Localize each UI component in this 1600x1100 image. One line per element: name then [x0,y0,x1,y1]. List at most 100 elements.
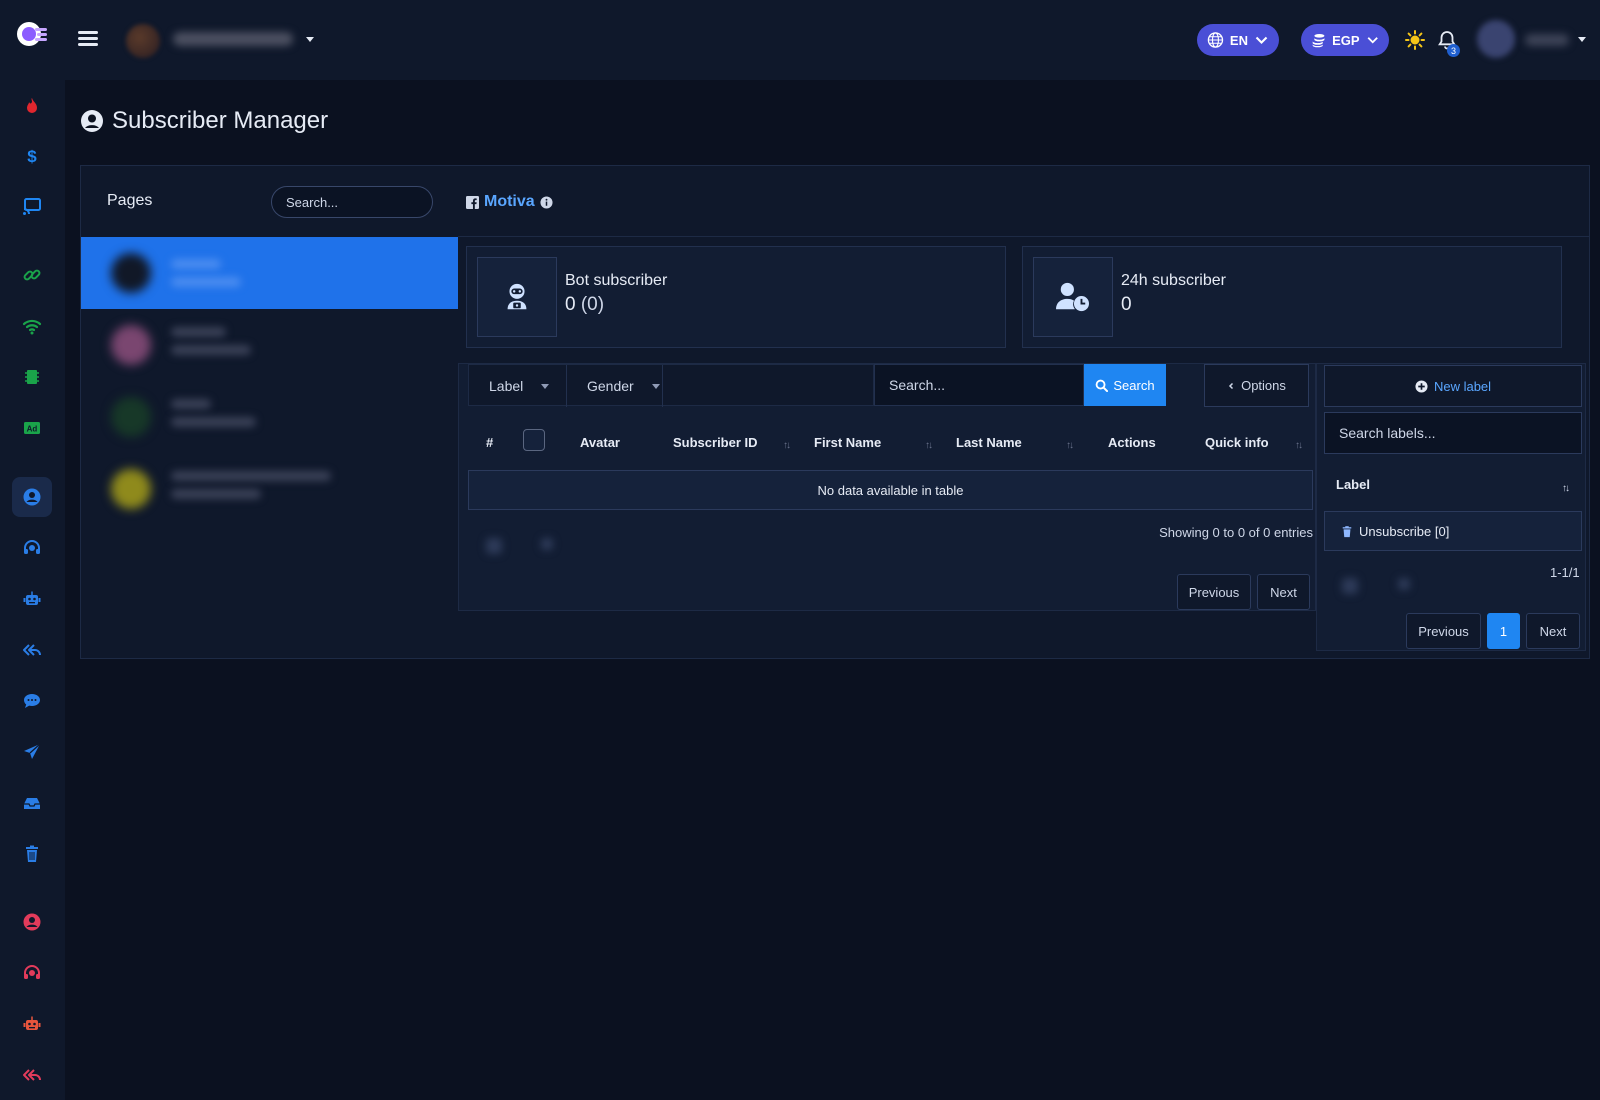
headset-icon[interactable] [12,528,52,568]
user-avatar[interactable] [1477,20,1515,58]
column-header-last-name[interactable]: Last Name [956,435,1022,450]
robot-icon[interactable] [12,579,52,619]
subscriber-icon[interactable] [12,477,52,517]
label-previous-button[interactable]: Previous [1406,613,1481,649]
trash-icon[interactable] [1341,525,1353,538]
label-list-item[interactable]: Unsubscribe [0] [1324,511,1582,551]
globe-icon [1207,32,1224,48]
top-bar: EN EGP 3 [65,0,1600,80]
new-label-button[interactable]: New label [1324,365,1582,407]
facebook-page-title[interactable]: Motiva [466,193,553,211]
subscriber-search-input[interactable] [874,364,1084,406]
stat-value: 0 [1121,294,1132,315]
label-range-info: 1-1/1 [1550,565,1580,580]
stat-number: 0 [565,294,576,315]
24h-subscriber-card: 24h subscriber 0 [1022,246,1562,348]
select-all-checkbox[interactable] [523,429,545,451]
options-button-label: Options [1241,378,1286,393]
gender-filter-dropdown[interactable]: Gender [567,365,663,407]
column-header-avatar[interactable]: Avatar [580,435,620,450]
stat-value: 0 (0) [565,294,604,316]
currency-code: EGP [1332,32,1360,48]
label-search-input[interactable] [1324,412,1582,454]
caret-down-icon [651,383,660,389]
page-list-item[interactable] [81,381,458,453]
robot-icon-2[interactable] [12,1004,52,1044]
link-icon[interactable] [12,255,52,295]
stat-icon-box [477,257,557,337]
chevron-down-icon [1255,36,1268,44]
column-header-subscriber-id[interactable]: Subscriber ID [673,435,758,450]
pages-search-input[interactable] [271,186,433,218]
inbox-icon[interactable] [12,783,52,823]
gender-filter-text: Gender [587,378,634,394]
label-filter-dropdown[interactable]: Label [469,365,567,407]
sort-icon[interactable]: ↑↓ [1562,483,1570,494]
label-column-header[interactable]: Label [1336,477,1370,492]
table-next-button[interactable]: Next [1257,574,1310,610]
fire-icon[interactable] [12,86,52,126]
search-button[interactable]: Search [1084,364,1166,406]
sort-icon[interactable]: ↑↓ [1295,440,1303,451]
caret-down-icon [541,383,550,389]
page-list-item[interactable] [81,309,458,381]
screen-share-icon[interactable] [12,186,52,226]
label-filter-text: Label [489,378,524,394]
account-name[interactable] [173,32,293,46]
headset-icon-2[interactable] [12,953,52,993]
page-heading: Subscriber Manager [80,106,328,136]
options-button[interactable]: Options [1204,364,1309,407]
reply-all-icon-2[interactable] [12,1055,52,1095]
sort-icon[interactable]: ↑↓ [783,440,791,451]
robot-user-icon [507,283,527,310]
currency-selector[interactable]: EGP [1301,24,1389,56]
page-list-item[interactable] [81,237,458,309]
app-logo[interactable] [15,20,49,50]
account-caret-icon[interactable] [306,37,314,42]
table-previous-button[interactable]: Previous [1177,574,1251,610]
svg-text:Ad: Ad [27,425,38,434]
user-name[interactable] [1525,34,1569,46]
chip-icon[interactable] [12,357,52,397]
comment-icon[interactable] [12,681,52,721]
label-page-length-selector[interactable] [1342,578,1358,594]
trash-icon[interactable] [12,834,52,874]
coins-icon [1312,33,1325,48]
column-header-index[interactable]: # [486,435,493,450]
empty-table-message: No data available in table [468,470,1313,510]
language-code: EN [1229,32,1248,48]
column-header-actions[interactable]: Actions [1108,435,1156,450]
search-button-label: Search [1113,377,1155,393]
sun-icon[interactable] [1405,30,1425,50]
hamburger-menu-icon[interactable] [78,28,98,52]
notification-bell[interactable]: 3 [1437,30,1461,60]
table-info: Showing 0 to 0 of 0 entries [1159,525,1313,540]
ad-icon[interactable]: Ad [12,408,52,448]
dollar-icon[interactable]: $ [12,136,52,176]
label-page-length-caret[interactable] [1398,578,1410,590]
page-length-selector[interactable] [486,538,502,554]
pages-label: Pages [107,192,153,209]
page-length-caret[interactable] [541,538,553,550]
user-circle-icon[interactable] [12,902,52,942]
paper-plane-icon[interactable] [12,732,52,772]
info-icon[interactable] [540,195,553,209]
chevron-down-icon [1367,37,1378,44]
filter-spacer [663,365,875,407]
sort-icon[interactable]: ↑↓ [925,440,933,451]
page-list-item[interactable] [81,453,458,525]
sort-icon[interactable]: ↑↓ [1066,440,1074,451]
user-caret-icon[interactable] [1578,37,1586,42]
label-next-button[interactable]: Next [1526,613,1580,649]
notification-count-badge: 3 [1447,44,1460,57]
header-divider [458,236,1589,237]
label-page-1-button[interactable]: 1 [1487,613,1520,649]
wifi-icon[interactable] [12,306,52,346]
column-header-first-name[interactable]: First Name [814,435,881,450]
column-header-quick-info[interactable]: Quick info [1205,435,1269,450]
plus-circle-icon [1415,379,1428,393]
svg-text:$: $ [27,147,37,166]
reply-all-icon[interactable] [12,630,52,670]
language-selector[interactable]: EN [1197,24,1279,56]
account-avatar[interactable] [126,24,160,58]
